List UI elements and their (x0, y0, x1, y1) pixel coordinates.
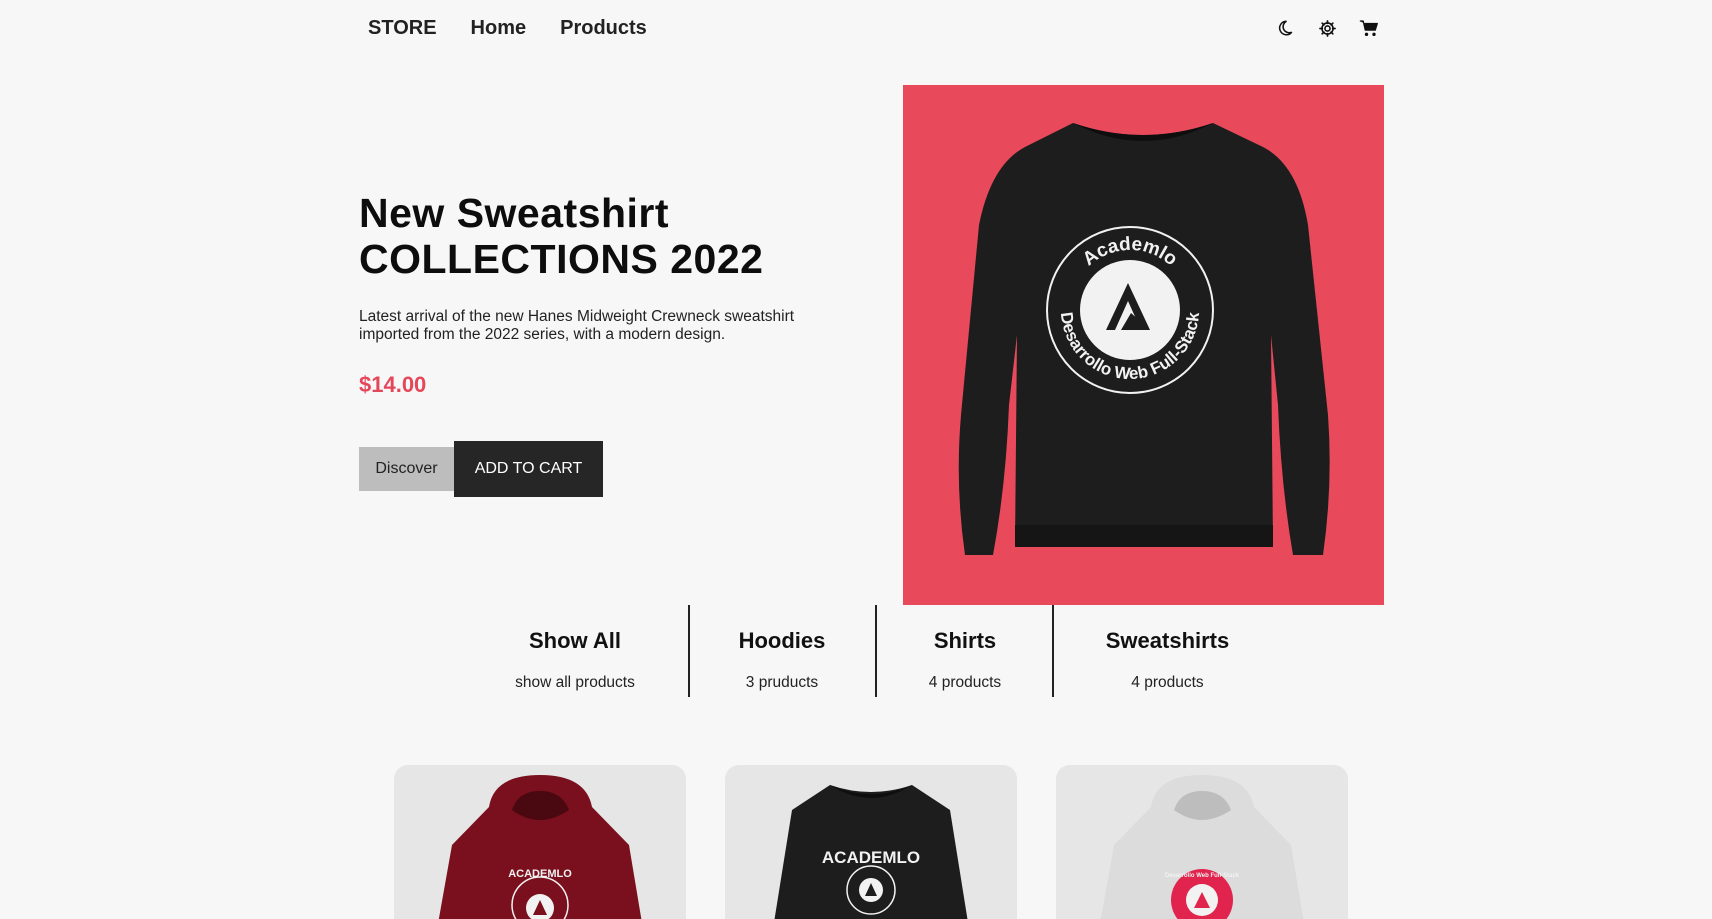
sweatshirt-illustration: Academlo Desarrollo Web Full-Stack (958, 123, 1330, 555)
category-hoodies[interactable]: Hoodies 3 pruducts (720, 605, 844, 697)
product-card-maroon-hoodie[interactable]: ACADEMLO (394, 765, 686, 919)
hero-title-line1: New Sweatshirt (359, 190, 670, 236)
category-title: Show All (528, 628, 622, 653)
category-divider (875, 605, 877, 697)
hero-title-line2: COLLECTIONS 2022 (359, 236, 764, 282)
product-card-grey-hoodie[interactable]: Desarrollo Web Full-Stack (1056, 765, 1348, 919)
category-subtitle: 4 products (1131, 674, 1204, 691)
hero-description: Latest arrival of the new Hanes Midweigh… (359, 308, 795, 343)
header-icons (1274, 17, 1380, 39)
black-sweatshirt-image: ACADEMLO (774, 785, 968, 919)
category-sweatshirts[interactable]: Sweatshirts 4 products (1090, 605, 1245, 697)
gear-icon[interactable] (1316, 17, 1338, 39)
hero-price: $14.00 (359, 372, 427, 397)
nav-brand-store[interactable]: STORE (368, 17, 437, 40)
category-subtitle: show all products (515, 674, 635, 691)
product-card-black-sweatshirt[interactable]: ACADEMLO (725, 765, 1017, 919)
category-title: Shirts (933, 628, 997, 653)
card-print-text: ACADEMLO (508, 868, 572, 880)
nav-home[interactable]: Home (471, 17, 527, 40)
category-title: Hoodies (738, 628, 826, 653)
cart-icon[interactable] (1358, 17, 1380, 39)
category-subtitle: 4 products (928, 674, 1002, 691)
hero-product-image: Academlo Desarrollo Web Full-Stack (903, 85, 1384, 605)
maroon-hoodie-image: ACADEMLO (438, 775, 642, 919)
card-print-text: Desarrollo Web Full-Stack (1165, 873, 1240, 879)
header: STORE Home Products (0, 0, 1712, 60)
hero-title: New Sweatshirt COLLECTIONS 2022 (359, 190, 879, 282)
category-title: Sweatshirts (1105, 628, 1230, 653)
category-divider (688, 605, 690, 697)
category-show-all[interactable]: Show All show all products (497, 605, 653, 697)
grey-hoodie-image: Desarrollo Web Full-Stack (1100, 775, 1304, 919)
hero-buttons: Discover ADD TO CART (359, 441, 603, 497)
nav-products[interactable]: Products (560, 17, 647, 40)
add-to-cart-button[interactable]: ADD TO CART (454, 441, 603, 497)
category-filter: Show All show all products Hoodies 3 pru… (0, 605, 1712, 697)
discover-button[interactable]: Discover (359, 447, 454, 491)
card-print-text: ACADEMLO (822, 848, 920, 867)
category-divider (1052, 605, 1054, 697)
main-nav: STORE Home Products (368, 17, 647, 40)
category-subtitle: 3 pruducts (745, 674, 819, 691)
hero-section: New Sweatshirt COLLECTIONS 2022 Latest a… (359, 190, 879, 398)
moon-icon[interactable] (1274, 17, 1296, 39)
category-shirts[interactable]: Shirts 4 products (905, 605, 1025, 697)
